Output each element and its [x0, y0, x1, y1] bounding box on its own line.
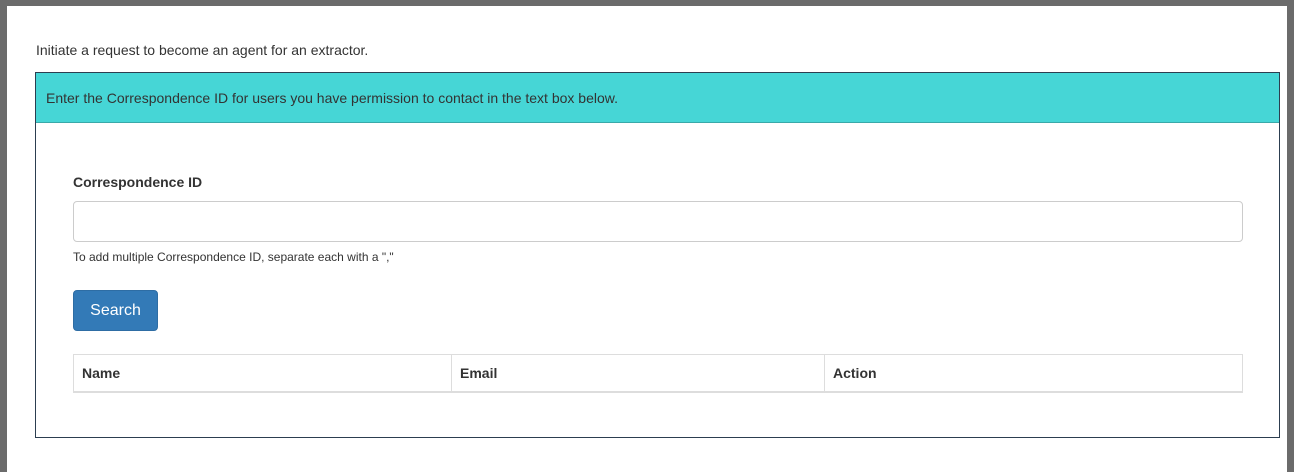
correspondence-id-input[interactable]: [73, 201, 1243, 242]
correspondence-id-label: Correspondence ID: [73, 174, 203, 190]
panel-heading: Enter the Correspondence ID for users yo…: [36, 73, 1279, 123]
window-frame: Initiate a request to become an agent fo…: [0, 0, 1294, 472]
help-text: To add multiple Correspondence ID, separ…: [73, 250, 394, 264]
column-header-name[interactable]: Name: [73, 354, 452, 392]
table-header-row: Name Email Action: [73, 354, 1243, 393]
intro-text: Initiate a request to become an agent fo…: [36, 42, 369, 58]
column-header-email[interactable]: Email: [451, 354, 825, 392]
column-header-action[interactable]: Action: [825, 355, 1243, 393]
correspondence-panel: Enter the Correspondence ID for users yo…: [35, 72, 1280, 438]
search-button[interactable]: Search: [73, 290, 158, 331]
results-table: Name Email Action: [73, 354, 1243, 393]
